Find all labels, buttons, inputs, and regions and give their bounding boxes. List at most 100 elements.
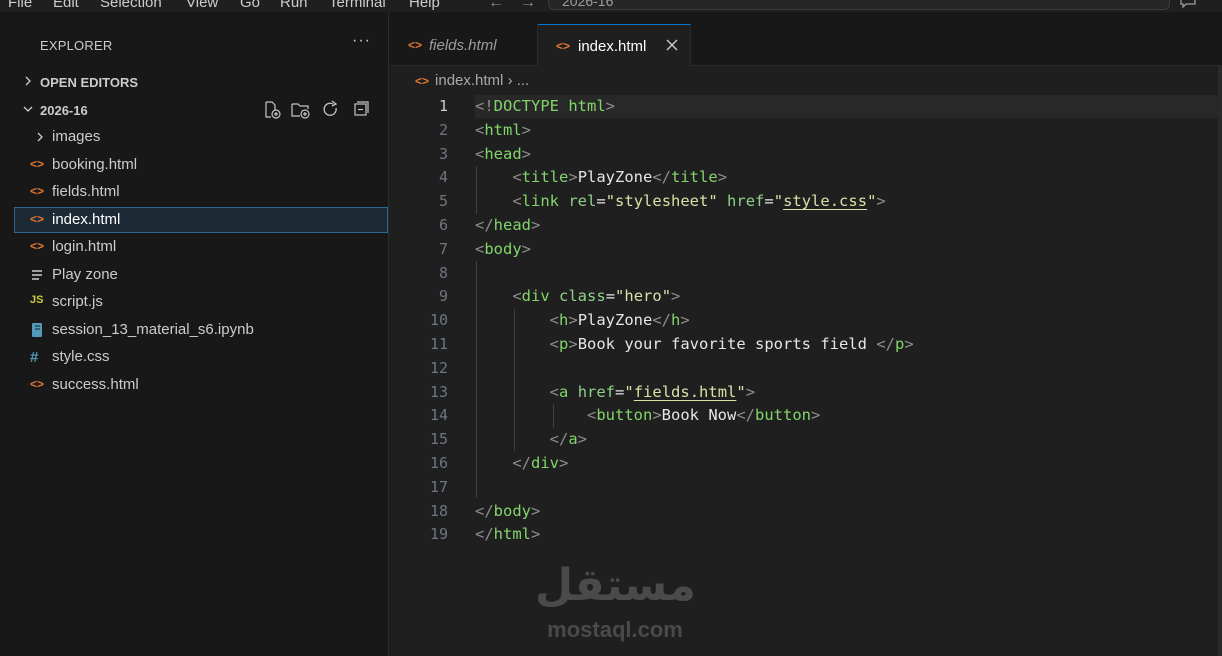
menu-run[interactable]: Run: [280, 0, 308, 12]
editor-tab-bar: <> fields.html <> index.html: [389, 12, 1222, 66]
html-icon: <>: [30, 212, 45, 226]
code-editor[interactable]: <!DOCTYPE html> <html> <head> <title>PlayZ…: [475, 95, 914, 547]
close-icon[interactable]: [665, 38, 679, 52]
line-number: 1: [438, 97, 448, 115]
explorer-sidebar: EXPLORER ··· OPEN EDITORS 2026-16 images…: [14, 12, 389, 656]
menu-help[interactable]: Help: [409, 0, 440, 12]
menu-edit[interactable]: Edit: [53, 0, 79, 12]
tree-item-script[interactable]: JS script.js: [14, 289, 388, 315]
menu-go[interactable]: Go: [240, 0, 260, 12]
code-line[interactable]: <html>: [475, 119, 914, 143]
folder-label: 2026-16: [40, 103, 88, 118]
open-editors-section[interactable]: OPEN EDITORS: [14, 70, 388, 94]
line-number: 3: [438, 144, 448, 163]
editor-scrollbar[interactable]: [1218, 66, 1222, 656]
collapse-all-icon[interactable]: [352, 100, 370, 120]
tree-item-label: style.css: [52, 348, 110, 365]
html-icon: <>: [30, 239, 45, 253]
code-line[interactable]: <button>Book Now</button>: [475, 404, 914, 428]
line-number: 12: [429, 358, 448, 377]
menu-terminal[interactable]: Terminal: [329, 0, 386, 12]
code-line[interactable]: <p>Book your favorite sports field </p>: [475, 333, 914, 357]
code-line[interactable]: <body>: [475, 238, 914, 262]
tree-item-notebook[interactable]: session_13_material_s6.ipynb: [14, 317, 388, 343]
code-line[interactable]: </body>: [475, 500, 914, 524]
line-number: 17: [429, 477, 448, 496]
new-file-icon[interactable]: [262, 100, 282, 120]
menu-selection[interactable]: Selection: [100, 0, 162, 12]
menu-view[interactable]: View: [186, 0, 218, 12]
tree-item-login[interactable]: <> login.html: [14, 234, 388, 260]
code-line[interactable]: ​: [475, 476, 914, 500]
code-line[interactable]: </div>: [475, 452, 914, 476]
tree-item-fields[interactable]: <> fields.html: [14, 179, 388, 205]
code-line[interactable]: <!DOCTYPE html>: [475, 95, 914, 119]
tree-item-label: success.html: [52, 376, 139, 393]
tab-label: index.html: [578, 38, 647, 55]
code-line[interactable]: <h>PlayZone</h>: [475, 309, 914, 333]
refresh-icon[interactable]: [322, 100, 340, 120]
code-line[interactable]: </html>: [475, 523, 914, 547]
tree-item-play-zone[interactable]: Play zone: [14, 262, 388, 288]
tree-item-style[interactable]: # style.css: [14, 344, 388, 370]
chat-icon[interactable]: [1180, 0, 1196, 8]
open-editors-label: OPEN EDITORS: [40, 75, 139, 90]
html-icon: <>: [30, 377, 45, 391]
line-number-gutter: 1 2 3 4 5 6 7 8 9 10 11 12 13 14 15 16 1…: [390, 95, 448, 547]
explorer-title: EXPLORER: [40, 38, 113, 53]
breadcrumb: <> index.html › ...: [415, 72, 529, 89]
watermark-arabic: مستقل: [535, 560, 696, 611]
code-line[interactable]: <head>: [475, 143, 914, 167]
tree-item-label: script.js: [52, 293, 103, 310]
line-number: 19: [429, 525, 448, 544]
tree-item-label: booking.html: [52, 156, 138, 173]
html-icon: <>: [415, 74, 430, 88]
chevron-right-icon: [37, 132, 43, 142]
tree-item-label: Play zone: [52, 266, 118, 283]
line-number: 2: [438, 120, 448, 139]
line-number: 6: [438, 215, 448, 234]
forward-arrow-icon[interactable]: →: [520, 0, 536, 12]
line-number: 7: [438, 239, 448, 258]
css-icon: #: [30, 349, 39, 366]
back-arrow-icon[interactable]: ←: [488, 0, 504, 12]
line-number: 14: [429, 406, 448, 425]
menu-file[interactable]: File: [8, 0, 32, 12]
line-number: 8: [438, 263, 448, 282]
tab-fields[interactable]: <> fields.html: [389, 24, 538, 66]
command-center-text: 2026-16: [562, 0, 614, 9]
breadcrumb-rest[interactable]: ...: [517, 72, 530, 89]
tree-item-success[interactable]: <> success.html: [14, 372, 388, 398]
watermark-latin: mostaql.com: [547, 617, 683, 642]
tab-index[interactable]: <> index.html: [538, 24, 691, 66]
notebook-icon: [32, 323, 42, 337]
code-line[interactable]: <a href="fields.html">: [475, 381, 914, 405]
code-line[interactable]: ​: [475, 357, 914, 381]
code-line[interactable]: <div class="hero">: [475, 285, 914, 309]
line-number: 4: [438, 168, 448, 187]
breadcrumb-separator-icon: ›: [507, 72, 513, 89]
code-line[interactable]: <link rel="stylesheet" href="style.css">: [475, 190, 914, 214]
html-icon: <>: [30, 184, 45, 198]
line-number: 13: [429, 382, 448, 401]
code-line[interactable]: </head>: [475, 214, 914, 238]
more-actions-icon[interactable]: ···: [352, 32, 371, 50]
code-line[interactable]: <title>PlayZone</title>: [475, 166, 914, 190]
breadcrumb-file[interactable]: index.html: [435, 72, 503, 89]
tree-item-label: index.html: [52, 211, 121, 228]
html-icon: <>: [408, 38, 423, 52]
code-line[interactable]: ​: [475, 262, 914, 286]
tree-item-label: session_13_material_s6.ipynb: [52, 321, 254, 338]
tree-item-images[interactable]: images: [14, 124, 388, 150]
tree-item-booking[interactable]: <> booking.html: [14, 152, 388, 178]
tree-item-label: login.html: [52, 238, 117, 255]
tree-item-index[interactable]: <> index.html: [14, 207, 388, 233]
html-icon: <>: [30, 157, 45, 171]
folder-section[interactable]: 2026-16: [14, 98, 388, 122]
chevron-down-icon: [23, 106, 33, 112]
new-folder-icon[interactable]: [290, 100, 312, 120]
js-icon: JS: [30, 294, 44, 306]
code-line[interactable]: </a>: [475, 428, 914, 452]
command-center-search[interactable]: 2026-16: [548, 0, 1170, 10]
chevron-right-icon: [25, 76, 31, 86]
